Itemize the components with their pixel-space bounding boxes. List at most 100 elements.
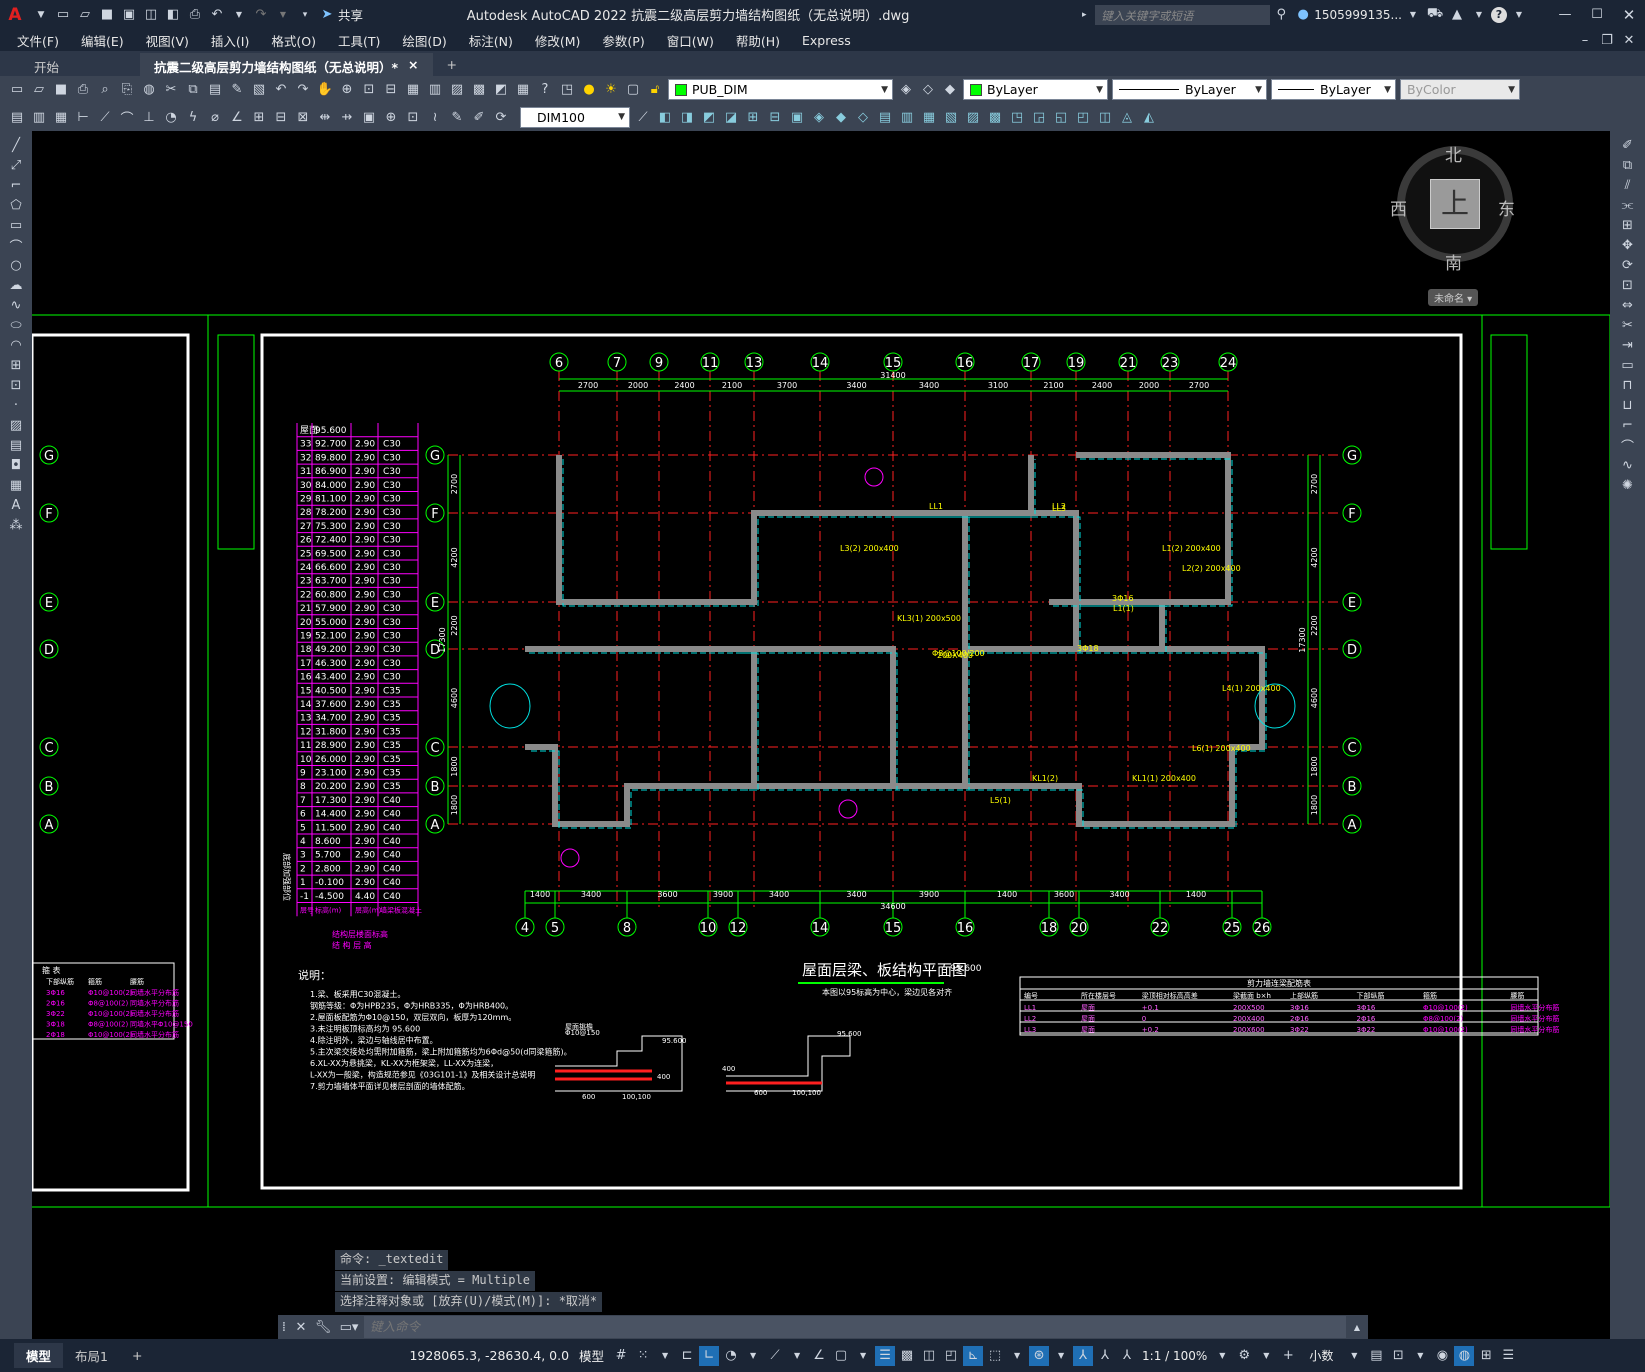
make-current-layer-icon[interactable]: ◈ [896, 80, 916, 100]
ellipse-icon[interactable]: ⬭ [6, 315, 26, 335]
grip-handle-icon[interactable]: ⁞ [279, 1317, 289, 1337]
command-close-icon[interactable]: ✕ [291, 1317, 311, 1337]
command-scroll-icon[interactable]: ▲ [1347, 1317, 1367, 1337]
polar-dropdown-icon[interactable]: ▼ [743, 1346, 763, 1366]
tool-p-icon[interactable]: ▦ [919, 107, 939, 127]
user-name[interactable]: 1505999135... [1314, 8, 1402, 22]
tool-e-icon[interactable]: ◨ [677, 107, 697, 127]
menu-modify[interactable]: 修改(M) [524, 31, 592, 50]
save-as-icon[interactable]: ▣ [119, 5, 139, 25]
tab-close-icon[interactable]: × [408, 57, 418, 72]
markup-icon[interactable]: ◩ [491, 80, 511, 100]
user-dropdown-icon[interactable]: ▼ [1403, 5, 1423, 25]
save-tool-icon[interactable]: ■ [51, 80, 71, 100]
hatch-icon[interactable]: ▨ [6, 415, 26, 435]
workspace-gear-icon[interactable]: ⚙ [1234, 1346, 1254, 1366]
break-point-icon[interactable]: ▭ [1618, 355, 1638, 375]
tool-x-icon[interactable]: ◫ [1095, 107, 1115, 127]
viewcube-east[interactable]: 东 [1498, 195, 1515, 220]
customization-icon[interactable]: ☰ [1498, 1346, 1518, 1366]
continue-dim-icon[interactable]: ⊠ [293, 107, 313, 127]
tolerance-icon[interactable]: ▣ [359, 107, 379, 127]
center-mark-icon[interactable]: ⊕ [381, 107, 401, 127]
line-icon[interactable]: ╱ [6, 135, 26, 155]
selection-cycling-icon[interactable]: ◫ [919, 1346, 939, 1366]
annotation-monitor-icon[interactable]: + [1278, 1346, 1298, 1366]
dim-break-icon[interactable]: ⇸ [337, 107, 357, 127]
layer-on-icon[interactable]: ● [579, 80, 599, 100]
app-menu-chevron-icon[interactable]: ▼ [31, 5, 51, 25]
tool-c-icon[interactable]: ▦ [51, 107, 71, 127]
jogged-linear-icon[interactable]: ≀ [425, 107, 445, 127]
dim-space-icon[interactable]: ⇹ [315, 107, 335, 127]
tool-w-icon[interactable]: ◰ [1073, 107, 1093, 127]
clean-screen-icon[interactable]: ⊞ [1476, 1346, 1496, 1366]
open-web-icon[interactable]: ◫ [141, 5, 161, 25]
help-icon[interactable]: ? [1491, 6, 1507, 23]
cad-drawing[interactable]: 6 7 9 11 13 14 15 16 17 19 21 23 244 5 8 10 12 14 15 16 18 20… [32, 131, 1610, 1356]
undo-tool-icon[interactable]: ↶ [271, 80, 291, 100]
extend-icon[interactable]: ⇥ [1618, 335, 1638, 355]
mirror-icon[interactable]: ⫽ [1618, 175, 1638, 195]
insert-block-icon[interactable]: ⊞ [6, 355, 26, 375]
tab-start[interactable]: 开始 [20, 53, 140, 76]
osnap-dropdown-icon[interactable]: ▼ [853, 1346, 873, 1366]
zoom-window-icon[interactable]: ⊡ [359, 80, 379, 100]
layer-dropdown[interactable]: PUB_DIM ▼ [668, 79, 893, 100]
add-selected-icon[interactable]: ⁂ [6, 515, 26, 535]
viewcube-north[interactable]: 北 [1445, 141, 1462, 166]
table-icon[interactable]: ▦ [6, 475, 26, 495]
tool-t-icon[interactable]: ◳ [1007, 107, 1027, 127]
menu-help[interactable]: 帮助(H) [725, 31, 791, 50]
erase-icon[interactable]: ✐ [1618, 135, 1638, 155]
dim-text-edit-icon[interactable]: ✐ [469, 107, 489, 127]
menu-edit[interactable]: 编辑(E) [70, 31, 135, 50]
inspect-icon[interactable]: ⊡ [403, 107, 423, 127]
tool-z-icon[interactable]: ◭ [1139, 107, 1159, 127]
offset-icon[interactable]: ⫘ [1618, 195, 1638, 215]
cart-icon[interactable]: ⛟ [1425, 5, 1445, 25]
viewcube-west[interactable]: 西 [1390, 195, 1407, 220]
graphics-performance-icon[interactable]: ◍ [1454, 1345, 1475, 1366]
isolate-objects-icon[interactable]: ◉ [1432, 1346, 1452, 1366]
search-expand-icon[interactable]: ▸ [1074, 5, 1094, 25]
lock-ui-icon[interactable]: ⊡ [1388, 1346, 1408, 1366]
dim-style-icon[interactable]: ⟋ [633, 107, 653, 127]
save-web-icon[interactable]: ◧ [163, 5, 183, 25]
doc-minimize-icon[interactable]: – [1575, 30, 1595, 50]
tool-d-icon[interactable]: ◧ [655, 107, 675, 127]
calculator-icon[interactable]: ▦ [513, 80, 533, 100]
quick-properties-icon[interactable]: ▤ [1366, 1346, 1386, 1366]
menu-format[interactable]: 格式(O) [260, 31, 327, 50]
add-layout-button[interactable]: + [120, 1345, 154, 1366]
menu-dimension[interactable]: 标注(N) [458, 31, 524, 50]
a360-dropdown-icon[interactable]: ▼ [1469, 5, 1489, 25]
sheet-set-icon[interactable]: ▩ [469, 80, 489, 100]
stretch-icon[interactable]: ⇔ [1618, 295, 1638, 315]
transparency-icon[interactable]: ▩ [897, 1346, 917, 1366]
point-icon[interactable]: · [6, 395, 26, 415]
jogged-dim-icon[interactable]: ϟ [183, 107, 203, 127]
chamfer-icon[interactable]: ⌐ [1618, 415, 1638, 435]
menu-file[interactable]: 文件(F) [6, 31, 70, 50]
construction-line-icon[interactable]: ⤢ [6, 155, 26, 175]
quick-dim-icon[interactable]: ⊞ [249, 107, 269, 127]
tool-f-icon[interactable]: ◩ [699, 107, 719, 127]
snap-icon[interactable]: ⁙ [633, 1346, 653, 1366]
zoom-previous-icon[interactable]: ⊟ [381, 80, 401, 100]
tool-palettes-icon[interactable]: ▨ [447, 80, 467, 100]
share-icon[interactable]: ➤ [317, 5, 337, 25]
copy-object-icon[interactable]: ⧉ [1618, 155, 1638, 175]
user-icon[interactable]: ● [1293, 5, 1313, 25]
new-file-icon[interactable]: ▭ [53, 5, 73, 25]
units-dropdown-icon[interactable]: ▼ [1344, 1346, 1364, 1366]
tool-q-icon[interactable]: ▧ [941, 107, 961, 127]
selection-filter-icon[interactable]: ⬚ [985, 1346, 1005, 1366]
break-icon[interactable]: ⊓ [1618, 375, 1638, 395]
design-center-icon[interactable]: ▥ [425, 80, 445, 100]
share-button[interactable]: 共享 [338, 5, 363, 24]
gradient-icon[interactable]: ▤ [6, 435, 26, 455]
tool-i-icon[interactable]: ⊟ [765, 107, 785, 127]
make-block-icon[interactable]: ⊡ [6, 375, 26, 395]
search-icon[interactable]: ⚲ [1271, 5, 1291, 25]
